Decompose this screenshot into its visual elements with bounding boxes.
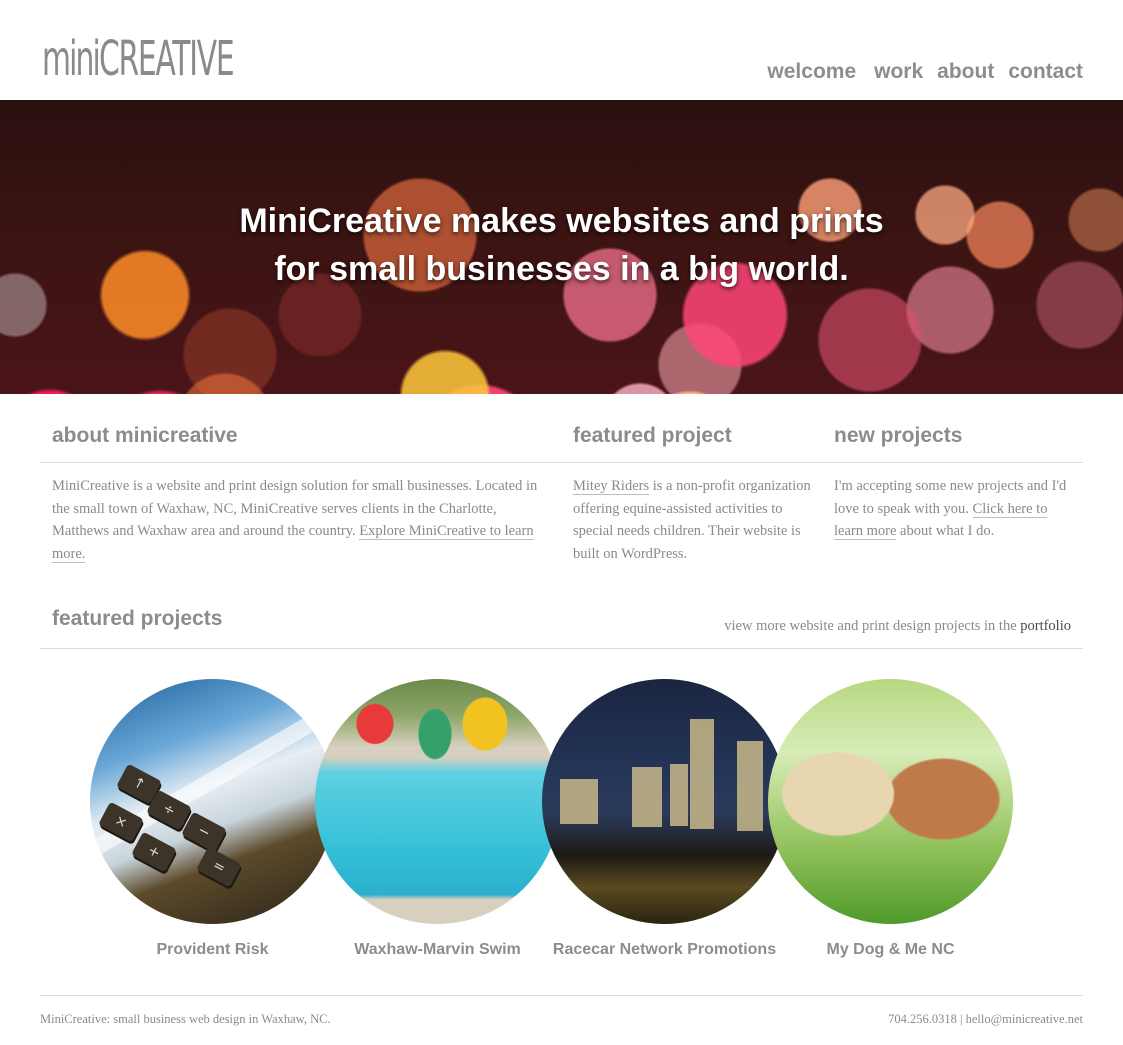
new-projects-body-2: about what I do. bbox=[896, 523, 995, 539]
skyline-building bbox=[690, 719, 714, 829]
footer-separator: | bbox=[956, 1012, 966, 1026]
project-image-racecar-network[interactable] bbox=[542, 679, 787, 924]
calculator-key: + bbox=[131, 831, 177, 873]
site-logo[interactable]: miniCREATIVE bbox=[42, 30, 235, 88]
project-image-my-dog-and-me[interactable] bbox=[768, 679, 1013, 924]
skyline-building bbox=[670, 764, 688, 826]
project-image-waxhaw-marvin-swim[interactable] bbox=[315, 679, 560, 924]
main-nav: welcome work about contact bbox=[767, 60, 1083, 84]
featured-projects-heading: featured projects bbox=[52, 607, 223, 630]
nav-contact[interactable]: contact bbox=[1008, 60, 1083, 84]
skyline-building bbox=[632, 767, 662, 827]
footer-contact: 704.256.0318 | hello@minicreative.net bbox=[888, 1012, 1083, 1027]
skyline-building bbox=[560, 779, 598, 824]
project-image-provident-risk[interactable]: ↑ ÷ − × + = bbox=[90, 679, 335, 924]
logo-creative-text: CREATIVE bbox=[98, 31, 235, 87]
project-label-racecar-network[interactable]: Racecar Network Promotions bbox=[542, 941, 787, 959]
footer-tagline: MiniCreative: small business web design … bbox=[40, 1012, 331, 1026]
nav-about[interactable]: about bbox=[937, 60, 994, 84]
hero-tagline: MiniCreative makes websites and prints f… bbox=[0, 197, 1123, 293]
footer-divider bbox=[40, 995, 1083, 996]
featured-project-heading: featured project bbox=[573, 424, 732, 447]
footer-email-link[interactable]: hello@minicreative.net bbox=[966, 1012, 1083, 1026]
project-label-my-dog-and-me[interactable]: My Dog & Me NC bbox=[768, 941, 1013, 959]
new-projects-heading: new projects bbox=[834, 424, 963, 447]
project-label-waxhaw-marvin-swim[interactable]: Waxhaw-Marvin Swim bbox=[315, 941, 560, 959]
nav-work[interactable]: work bbox=[874, 60, 923, 84]
nav-welcome[interactable]: welcome bbox=[767, 60, 856, 84]
portfolio-prompt: view more website and print design proje… bbox=[724, 618, 1071, 635]
logo-mini-text: mini bbox=[42, 31, 101, 87]
calculator-key: − bbox=[181, 811, 227, 853]
skyline-building bbox=[737, 741, 763, 831]
footer-phone[interactable]: 704.256.0318 bbox=[888, 1012, 957, 1026]
featured-divider bbox=[40, 648, 1083, 649]
calculator-key: × bbox=[98, 801, 144, 843]
project-label-provident-risk[interactable]: Provident Risk bbox=[90, 941, 335, 959]
about-heading: about minicreative bbox=[52, 424, 238, 447]
mitey-riders-link[interactable]: Mitey Riders bbox=[573, 478, 650, 495]
hero-line-1: MiniCreative makes websites and prints bbox=[239, 202, 884, 240]
hero-line-2: for small businesses in a big world. bbox=[274, 250, 849, 288]
featured-project-text: Mitey Riders is a non-profit organizatio… bbox=[573, 475, 813, 565]
portfolio-prompt-text: view more website and print design proje… bbox=[724, 618, 1021, 634]
about-text: MiniCreative is a website and print desi… bbox=[52, 475, 552, 565]
calculator-key: = bbox=[196, 846, 242, 888]
portfolio-link[interactable]: portfolio bbox=[1020, 618, 1071, 634]
new-projects-text: I'm accepting some new projects and I'd … bbox=[834, 475, 1074, 543]
section-divider bbox=[40, 462, 1083, 463]
